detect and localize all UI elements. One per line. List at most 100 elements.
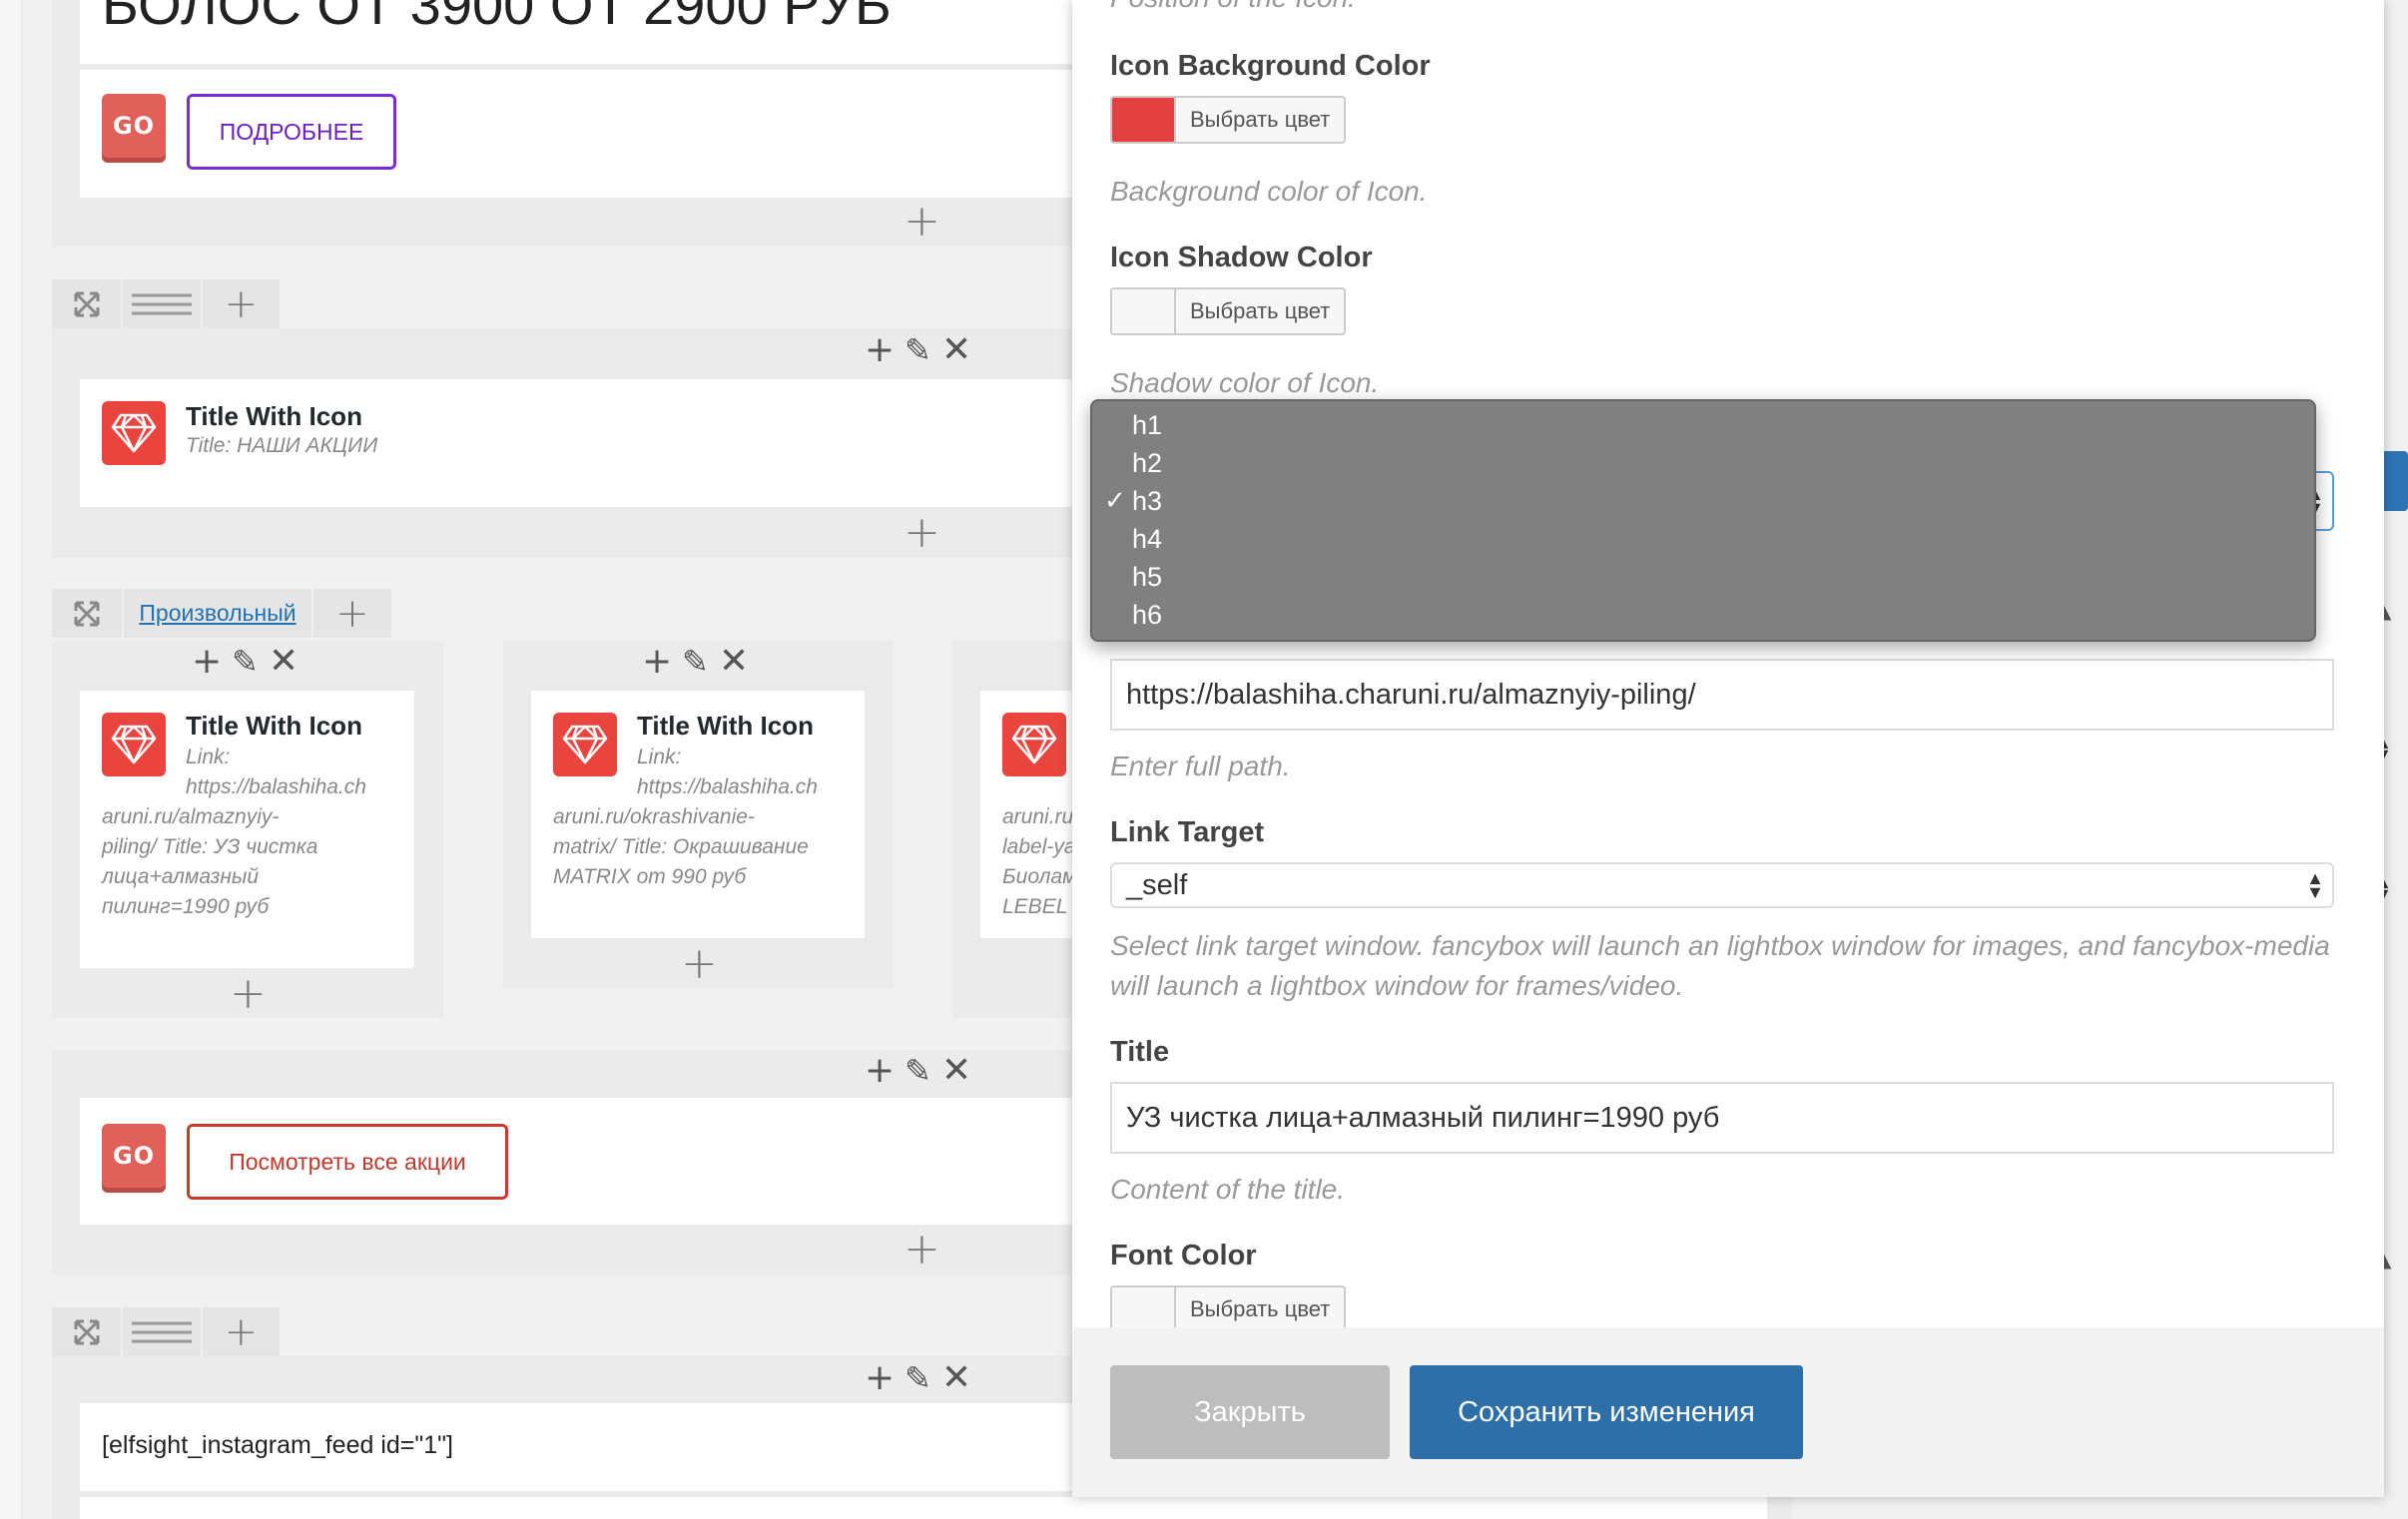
expand-icon[interactable]	[52, 279, 124, 328]
element-desc-line: piling/ Title: УЗ чистка	[102, 835, 318, 858]
add-column-plus[interactable]: +	[313, 589, 393, 638]
edit-pencil-icon[interactable]: ✎	[232, 643, 259, 681]
delete-icon[interactable]: ✕	[719, 641, 749, 682]
edit-pencil-icon[interactable]: ✎	[904, 331, 931, 369]
column-2-element[interactable]: Title With Icon Link: https://balashiha.…	[531, 691, 865, 938]
element-link-label: Link:	[186, 746, 231, 768]
title-with-icon-element[interactable]: Title With Icon Title: НАШИ АКЦИИ	[80, 379, 1075, 507]
select-arrows-icon: ▲▼	[2306, 868, 2324, 902]
element-desc-line: лица+алмазный	[102, 865, 260, 888]
row-tab-custom-label: Произвольный	[139, 600, 297, 626]
add-element-plus[interactable]: +	[903, 511, 940, 555]
icon-shadow-pick-label: Выбрать цвет	[1190, 298, 1331, 323]
go-button-icon: GO	[102, 1124, 166, 1188]
modal-footer: Закрыть Сохранить изменения	[1072, 1327, 2384, 1497]
edit-pencil-icon[interactable]: ✎	[682, 643, 709, 681]
drag-handle-icon[interactable]	[123, 279, 203, 328]
delete-icon[interactable]: ✕	[941, 329, 971, 370]
element-link-line: https://balashiha.ch	[637, 775, 818, 798]
element-desc-line: label-ya	[1002, 835, 1075, 858]
more-button[interactable]: ПОДРОБНЕЕ	[187, 94, 396, 170]
element-subtitle: Title: НАШИ АКЦИИ	[186, 434, 378, 457]
add-icon[interactable]: +	[865, 1357, 895, 1398]
icon-shadow-color-picker[interactable]: Выбрать цвет	[1110, 287, 1347, 335]
delete-icon[interactable]: ✕	[941, 1050, 971, 1091]
delete-icon[interactable]: ✕	[941, 1357, 971, 1398]
element-link-line: https://balashiha.ch	[186, 775, 366, 798]
add-column-plus[interactable]: +	[203, 279, 282, 328]
row-tab-custom[interactable]: Произвольный	[124, 589, 313, 638]
row-5-next-element	[80, 1497, 1767, 1519]
icon-shadow-desc: Shadow color of Icon.	[1110, 367, 1380, 398]
edit-pencil-icon[interactable]: ✎	[904, 1052, 931, 1090]
font-color-swatch	[1112, 1287, 1176, 1331]
element-desc-line: MATRIX от 990 руб	[553, 865, 747, 888]
dropdown-option[interactable]: h4	[1132, 524, 1162, 555]
font-color-label: Font Color	[1110, 1240, 1257, 1271]
heading-tag-dropdown: h1 h2 ✓ h3 h4 h5 h6	[1090, 399, 2316, 642]
column-2-controls: + ✎ ✕	[642, 641, 749, 682]
admin-left-strip	[0, 0, 22, 1519]
add-element-plus[interactable]: +	[903, 1228, 940, 1271]
row-3-tabbar: Произвольный +	[52, 589, 393, 638]
element-link-label: Link:	[637, 746, 682, 768]
add-icon[interactable]: +	[865, 1050, 895, 1091]
column-3-element[interactable]: aruni.ru label-ya Биолам LEBEL	[980, 691, 1075, 938]
dropdown-option[interactable]: h5	[1132, 562, 1162, 593]
icon-bg-swatch	[1112, 98, 1176, 142]
element-settings-modal: Position of the Icon. Icon Background Co…	[1072, 0, 2384, 1497]
delete-icon[interactable]: ✕	[269, 641, 299, 682]
dropdown-option[interactable]: h2	[1132, 448, 1162, 479]
row-5-tabbar: +	[52, 1307, 282, 1356]
dropdown-option-selected[interactable]: h3	[1132, 486, 1162, 517]
element-title: Title With Icon	[637, 711, 814, 741]
column-1-controls: + ✎ ✕	[192, 641, 299, 682]
add-icon[interactable]: +	[642, 641, 672, 682]
add-element-plus[interactable]: +	[681, 942, 718, 986]
element-desc-line: aruni.ru/almaznyiy-	[102, 805, 280, 828]
diamond-icon	[553, 713, 617, 776]
save-changes-button[interactable]: Сохранить изменения	[1410, 1365, 1803, 1459]
link-target-select[interactable]: _self ▲ ▼	[1110, 862, 2334, 908]
icon-bg-pick-label: Выбрать цвет	[1190, 107, 1331, 132]
icon-bg-label: Icon Background Color	[1110, 50, 1431, 82]
add-column-plus[interactable]: +	[203, 1307, 282, 1356]
row-1-buttons-element[interactable]: GO ПОДРОБНЕЕ	[80, 70, 1075, 198]
row-2-tabbar: +	[52, 279, 282, 328]
add-icon[interactable]: +	[192, 641, 222, 682]
title-input[interactable]: УЗ чистка лица+алмазный пилинг=1990 руб	[1110, 1082, 2334, 1154]
row-4-buttons-element[interactable]: GO Посмотреть все акции	[80, 1098, 1075, 1225]
icon-bg-color-picker[interactable]: Выбрать цвет	[1110, 96, 1347, 144]
row-4-element-controls: + ✎ ✕	[865, 1050, 971, 1091]
title-label: Title	[1110, 1036, 1170, 1068]
drag-handle-icon[interactable]	[123, 1307, 203, 1356]
add-element-plus[interactable]: +	[903, 200, 940, 244]
link-target-desc-1: Select link target window. fancybox will…	[1110, 930, 2330, 961]
dropdown-option[interactable]: h1	[1132, 410, 1162, 441]
checkmark-icon: ✓	[1104, 486, 1126, 516]
add-element-plus[interactable]: +	[230, 972, 267, 1016]
add-icon[interactable]: +	[865, 329, 895, 370]
diamond-icon	[102, 713, 166, 776]
dropdown-option[interactable]: h6	[1132, 600, 1162, 631]
font-color-picker[interactable]: Выбрать цвет	[1110, 1285, 1347, 1333]
row-5-element-controls: + ✎ ✕	[865, 1357, 971, 1398]
edit-pencil-icon[interactable]: ✎	[904, 1359, 931, 1397]
link-desc: Enter full path.	[1110, 751, 1291, 781]
all-promos-button[interactable]: Посмотреть все акции	[187, 1124, 508, 1200]
icon-shadow-label: Icon Shadow Color	[1110, 242, 1373, 273]
close-button[interactable]: Закрыть	[1110, 1365, 1390, 1459]
link-input[interactable]: https://balashiha.charuni.ru/almaznyiy-p…	[1110, 659, 2334, 731]
expand-icon[interactable]	[52, 589, 124, 638]
expand-icon[interactable]	[52, 1307, 124, 1356]
go-button-icon: GO	[102, 94, 166, 158]
diamond-icon	[102, 401, 166, 465]
row-1-heading-element[interactable]: БОЛОС ОТ 3900 ОТ 2900 РУБ	[80, 0, 1075, 64]
element-title: Title With Icon	[186, 711, 362, 741]
element-desc-line: matrix/ Title: Окрашивание	[553, 835, 809, 858]
shortcode-text: [elfsight_instagram_feed id="1"]	[102, 1431, 453, 1459]
diamond-icon	[1002, 713, 1066, 776]
icon-bg-desc: Background color of Icon.	[1110, 176, 1428, 207]
element-desc-line: LEBEL	[1002, 895, 1068, 918]
column-1-element[interactable]: Title With Icon Link: https://balashiha.…	[80, 691, 414, 968]
